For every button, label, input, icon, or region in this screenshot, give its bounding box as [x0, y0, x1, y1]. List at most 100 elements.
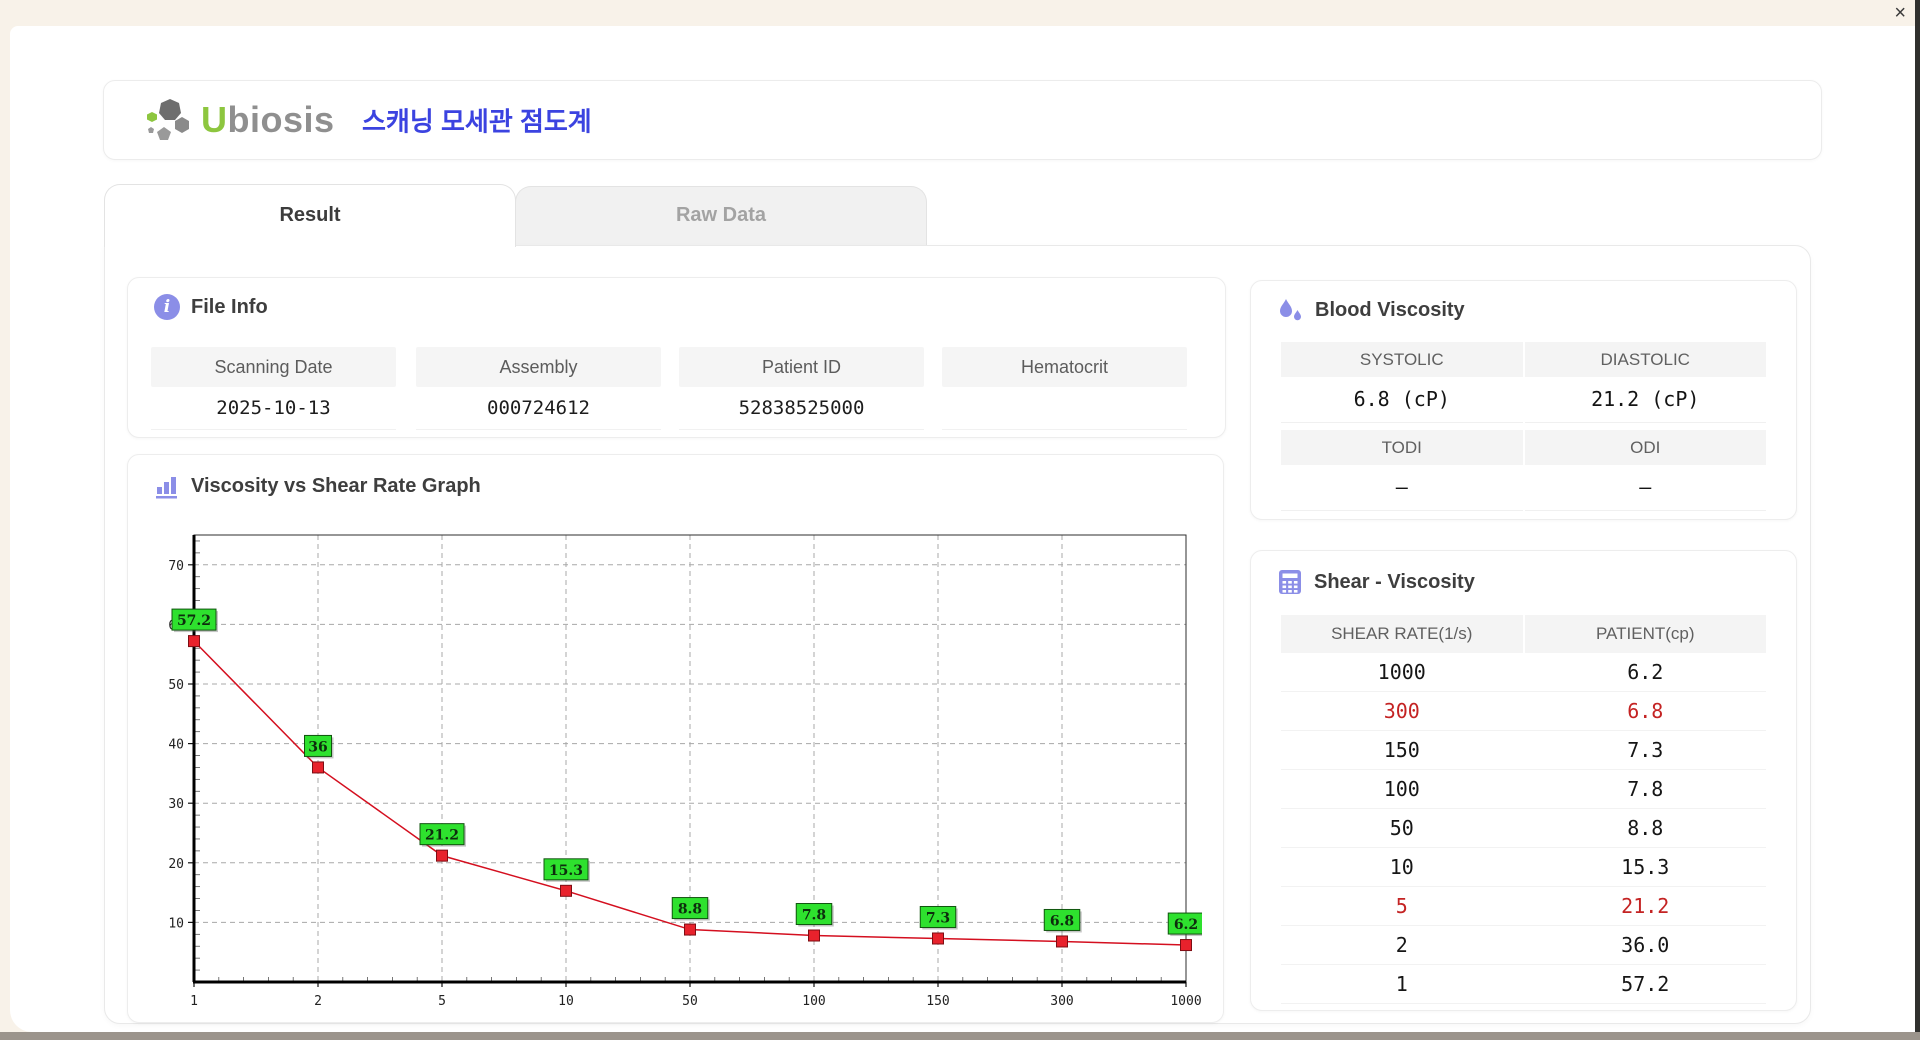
field-assembly: Assembly 000724612 [416, 347, 661, 430]
svg-text:50: 50 [168, 678, 184, 693]
shear-rate-cell: 1000 [1377, 660, 1426, 684]
shear-rate-cell: 150 [1383, 738, 1420, 762]
graph-title: Viscosity vs Shear Rate Graph [191, 474, 481, 497]
patient-cell: 7.3 [1627, 738, 1664, 762]
svg-text:1000: 1000 [1170, 994, 1201, 1009]
field-hematocrit: Hematocrit [942, 347, 1187, 430]
svg-text:5: 5 [438, 994, 446, 1009]
shear-rate-cell: 300 [1383, 699, 1420, 723]
table-row: 100 7.8 [1281, 770, 1766, 809]
tab-raw-data[interactable]: Raw Data [515, 186, 927, 245]
svg-text:100: 100 [802, 994, 825, 1009]
shear-rate-cell: 1 [1395, 972, 1408, 996]
viscosity-graph-card: Viscosity vs Shear Rate Graph 10 20 30 40 50… [127, 454, 1224, 1023]
file-info-title: File Info [191, 295, 268, 318]
svg-text:36: 36 [308, 739, 327, 755]
svg-text:15.3: 15.3 [549, 863, 583, 879]
blood-viscosity-title: Blood Viscosity [1315, 299, 1465, 321]
svg-text:150: 150 [926, 994, 949, 1009]
table-row: 300 6.8 [1281, 692, 1766, 731]
svg-text:30: 30 [168, 797, 184, 812]
viscosity-chart: 102030405060701251050100150300100057.236… [162, 527, 1206, 1009]
blood-viscosity-card: Blood Viscosity SYSTOLIC DIASTOLIC 6.8 (… [1250, 280, 1797, 520]
app-window: × Ubiosis 스캐닝 모세관 점도계 Result Raw Data i … [0, 0, 1920, 1040]
file-info-card: i File Info Scanning Date 2025-10-13 Ass… [127, 277, 1226, 438]
svg-text:10: 10 [168, 916, 184, 931]
odi-header: ODI [1524, 430, 1766, 465]
svg-text:7.3: 7.3 [926, 910, 950, 926]
field-value: 2025-10-13 [151, 387, 396, 430]
tab-result[interactable]: Result [104, 184, 516, 247]
field-patient-id: Patient ID 52838525000 [679, 347, 924, 430]
table-row: 5 21.2 [1281, 887, 1766, 926]
systolic-value: 6.8 (cP) [1281, 377, 1523, 423]
field-value: 000724612 [416, 387, 661, 430]
shear-rate-cell: 10 [1389, 855, 1414, 879]
svg-text:8.8: 8.8 [678, 902, 702, 918]
shear-rate-cell: 2 [1395, 933, 1408, 957]
main-window: Ubiosis 스캐닝 모세관 점도계 Result Raw Data i Fi… [10, 26, 1915, 1032]
svg-text:70: 70 [168, 559, 184, 574]
diastolic-value: 21.2 (cP) [1524, 377, 1766, 423]
svg-text:300: 300 [1050, 994, 1073, 1009]
header-card: Ubiosis 스캐닝 모세관 점도계 [103, 80, 1822, 160]
table-grid-icon [1279, 570, 1301, 594]
field-label: Scanning Date [151, 347, 396, 387]
patient-cell: 57.2 [1621, 972, 1670, 996]
logo-rest: biosis [227, 99, 335, 140]
table-row: 2 36.0 [1281, 926, 1766, 965]
field-scanning-date: Scanning Date 2025-10-13 [151, 347, 396, 430]
svg-text:10: 10 [558, 994, 574, 1009]
field-value [942, 387, 1187, 430]
patient-cell: 36.0 [1621, 933, 1670, 957]
svg-text:7.8: 7.8 [802, 908, 826, 924]
todi-value: – [1281, 465, 1523, 511]
droplets-icon [1280, 299, 1301, 321]
patient-column-header: PATIENT(cp) [1524, 615, 1766, 653]
diastolic-header: DIASTOLIC [1524, 342, 1766, 377]
ubiosis-logo: Ubiosis [144, 81, 335, 159]
blood-viscosity-table: SYSTOLIC DIASTOLIC 6.8 (cP) 21.2 (cP) TO… [1281, 342, 1766, 511]
svg-text:2: 2 [314, 994, 322, 1009]
table-row: 50 8.8 [1281, 809, 1766, 848]
patient-cell: 7.8 [1627, 777, 1664, 801]
logo-letter-u: U [201, 99, 228, 140]
svg-text:21.2: 21.2 [425, 828, 459, 844]
shear-viscosity-card: Shear - Viscosity SHEAR RATE(1/s) PATIEN… [1250, 550, 1797, 1011]
svg-text:40: 40 [168, 738, 184, 753]
table-row: 1000 6.2 [1281, 653, 1766, 692]
svg-text:57.2: 57.2 [177, 613, 211, 629]
shear-rate-cell: 5 [1395, 894, 1408, 918]
systolic-header: SYSTOLIC [1281, 342, 1523, 377]
patient-cell: 21.2 [1621, 894, 1670, 918]
logo-text: Ubiosis [201, 102, 335, 138]
patient-cell: 6.8 [1627, 699, 1664, 723]
table-row: 10 15.3 [1281, 848, 1766, 887]
ubiosis-logo-mark [147, 99, 189, 140]
patient-cell: 8.8 [1627, 816, 1664, 840]
app-title-korean: 스캐닝 모세관 점도계 [362, 106, 592, 137]
close-icon[interactable]: × [1894, 1, 1906, 25]
viscosity-chart-svg: 102030405060701251050100150300100057.236… [168, 534, 1206, 1009]
bar-chart-icon [156, 477, 177, 499]
table-row: 1 57.2 [1281, 965, 1766, 1004]
field-label: Patient ID [679, 347, 924, 387]
todi-header: TODI [1281, 430, 1523, 465]
table-row: 150 7.3 [1281, 731, 1766, 770]
svg-text:6.2: 6.2 [1174, 917, 1198, 933]
svg-text:50: 50 [682, 994, 698, 1009]
result-panel: i File Info Scanning Date 2025-10-13 Ass… [104, 245, 1811, 1024]
shear-rate-cell: 100 [1383, 777, 1420, 801]
shear-rate-cell: 50 [1389, 816, 1414, 840]
svg-text:20: 20 [168, 857, 184, 872]
patient-cell: 15.3 [1621, 855, 1670, 879]
odi-value: – [1524, 465, 1766, 511]
field-value: 52838525000 [679, 387, 924, 430]
svg-text:1: 1 [190, 994, 198, 1009]
patient-cell: 6.2 [1627, 660, 1664, 684]
window-right-edge [1915, 0, 1920, 1040]
svg-text:6.8: 6.8 [1050, 913, 1074, 929]
field-label: Hematocrit [942, 347, 1187, 387]
shear-viscosity-table: SHEAR RATE(1/s) PATIENT(cp) 1000 6.2 300 6… [1281, 615, 1766, 1004]
shear-rate-column-header: SHEAR RATE(1/s) [1281, 615, 1523, 653]
